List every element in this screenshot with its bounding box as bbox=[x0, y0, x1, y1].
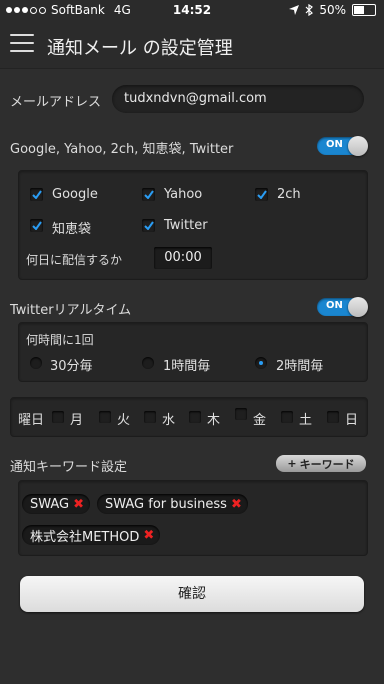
weekday-label-mon: 月 bbox=[70, 413, 84, 428]
checkbox-label-yahoo: Yahoo bbox=[164, 187, 203, 202]
add-keyword-label: キーワード bbox=[299, 457, 355, 471]
checkbox-yahoo[interactable] bbox=[142, 188, 155, 201]
weekday-checkbox-wed[interactable] bbox=[144, 411, 156, 423]
checkbox-label-twitter: Twitter bbox=[164, 218, 208, 233]
battery-percent: 50% bbox=[319, 3, 346, 17]
battery-icon bbox=[352, 4, 376, 16]
checkbox-twitter[interactable] bbox=[142, 219, 155, 232]
weekday-checkbox-thu[interactable] bbox=[189, 411, 201, 423]
keyword-tag-text: 株式会社METHOD bbox=[30, 529, 140, 545]
keywords-label: 通知キーワード設定 bbox=[10, 460, 128, 475]
weekday-label-sun: 日 bbox=[345, 413, 359, 428]
radio-1hour[interactable] bbox=[142, 357, 154, 369]
delivery-time-field[interactable]: 00:00 bbox=[154, 247, 212, 269]
sources-toggle-state: ON bbox=[326, 139, 343, 150]
radio-label-2hour: 2時間毎 bbox=[276, 359, 324, 374]
app-header: 通知メール の設定管理 bbox=[0, 22, 384, 68]
sources-label: Google, Yahoo, 2ch, 知恵袋, Twitter bbox=[10, 142, 234, 157]
check-icon bbox=[256, 190, 267, 199]
confirm-button[interactable]: 確認 bbox=[20, 576, 364, 612]
location-arrow-icon bbox=[289, 5, 300, 15]
bluetooth-icon bbox=[305, 4, 314, 16]
check-icon bbox=[143, 190, 154, 199]
keyword-tag[interactable]: 株式会社METHOD ✖ bbox=[22, 525, 161, 545]
frequency-label: 何時間に1回 bbox=[26, 333, 94, 347]
radio-label-30min: 30分毎 bbox=[50, 359, 93, 374]
toggle-knob bbox=[348, 297, 368, 317]
weekday-label-thu: 木 bbox=[207, 413, 221, 428]
weekday-label-tue: 火 bbox=[117, 413, 131, 428]
keyword-tag-text: SWAG bbox=[30, 496, 70, 512]
twitter-realtime-label: Twitterリアルタイム bbox=[10, 303, 132, 318]
checkbox-google[interactable] bbox=[30, 188, 43, 201]
status-right: 50% bbox=[289, 3, 376, 17]
remove-icon[interactable]: ✖ bbox=[73, 497, 84, 512]
check-icon bbox=[31, 221, 42, 230]
checkbox-2ch[interactable] bbox=[255, 188, 268, 201]
weekday-label-wed: 水 bbox=[162, 413, 176, 428]
weekday-checkbox-tue[interactable] bbox=[99, 411, 111, 423]
check-icon bbox=[143, 221, 154, 230]
twitter-realtime-toggle-state: ON bbox=[326, 300, 343, 311]
radio-30min[interactable] bbox=[30, 357, 42, 369]
hamburger-menu-icon[interactable] bbox=[10, 34, 34, 54]
radio-2hour[interactable] bbox=[255, 357, 267, 369]
email-field[interactable]: tudxndvn@gmail.com bbox=[112, 85, 364, 113]
keyword-tag[interactable]: SWAG ✖ bbox=[22, 494, 91, 514]
status-bar: SoftBank 4G 14:52 50% bbox=[0, 0, 384, 22]
weekday-checkbox-sat[interactable] bbox=[281, 411, 293, 423]
email-label: メールアドレス bbox=[10, 95, 102, 110]
remove-icon[interactable]: ✖ bbox=[143, 528, 154, 543]
plus-icon: + bbox=[287, 457, 297, 470]
checkbox-label-google: Google bbox=[52, 187, 98, 202]
twitter-realtime-toggle[interactable]: ON bbox=[317, 297, 368, 317]
check-icon bbox=[31, 190, 42, 199]
remove-icon[interactable]: ✖ bbox=[231, 497, 242, 512]
checkbox-label-chiebukuro: 知恵袋 bbox=[52, 222, 92, 237]
checkbox-chiebukuro[interactable] bbox=[30, 219, 43, 232]
delivery-time-label: 何日に配信するか bbox=[26, 253, 123, 267]
weekday-checkbox-fri[interactable] bbox=[235, 408, 247, 420]
keyword-tag-text: SWAG for business bbox=[105, 496, 227, 512]
radio-label-1hour: 1時間毎 bbox=[163, 359, 211, 374]
weekday-label: 曜日 bbox=[18, 413, 45, 428]
checkbox-label-2ch: 2ch bbox=[277, 187, 301, 202]
header-divider bbox=[0, 68, 384, 69]
page-title: 通知メール の設定管理 bbox=[47, 38, 233, 59]
weekday-label-sat: 土 bbox=[299, 413, 313, 428]
sources-toggle[interactable]: ON bbox=[317, 136, 368, 156]
weekday-checkbox-sun[interactable] bbox=[327, 411, 339, 423]
toggle-knob bbox=[348, 136, 368, 156]
keyword-tag[interactable]: SWAG for business ✖ bbox=[97, 494, 248, 514]
weekday-label-fri: 金 bbox=[253, 413, 267, 428]
weekday-checkbox-mon[interactable] bbox=[52, 411, 64, 423]
add-keyword-button[interactable]: + キーワード bbox=[276, 455, 366, 472]
